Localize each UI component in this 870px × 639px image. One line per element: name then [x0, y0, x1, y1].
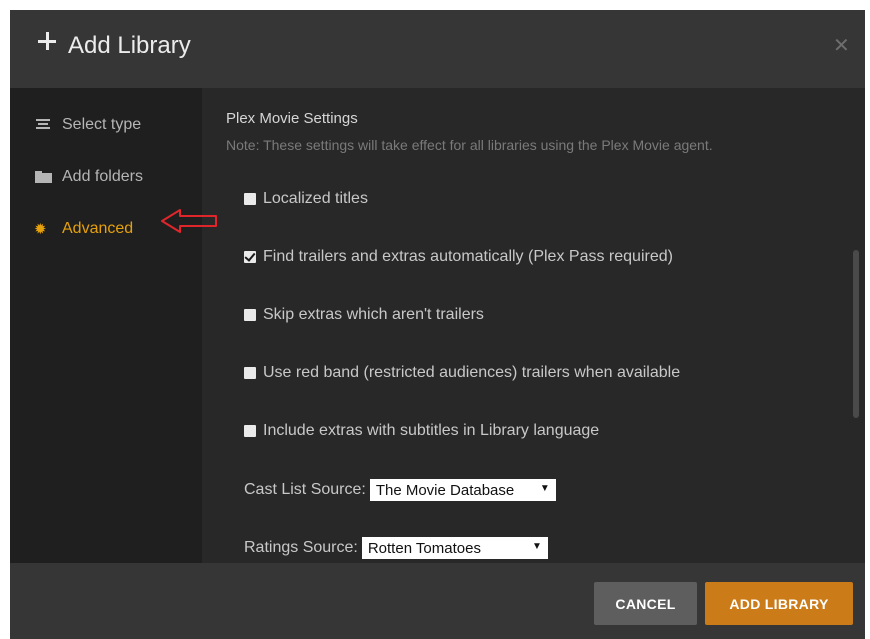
option-label: Use red band (restricted audiences) trai…	[263, 364, 681, 381]
sidebar-item-label: Add folders	[62, 168, 143, 185]
select-value: The Movie Database	[375, 481, 515, 499]
ratings-source-label: Ratings Source:	[244, 539, 358, 556]
option-label: Skip extras which aren't trailers	[263, 306, 484, 323]
chevron-down-icon: ▼	[531, 541, 542, 552]
dialog-header: Add Library ✕	[10, 10, 865, 88]
folder-icon	[34, 169, 56, 185]
sidebar-item-add-folders[interactable]: Add folders	[34, 164, 143, 190]
chevron-down-icon: ▼	[539, 483, 550, 494]
select-value: Rotten Tomatoes	[367, 539, 481, 557]
scrollbar[interactable]	[853, 250, 859, 418]
sidebar-item-advanced[interactable]: ✹ Advanced	[34, 216, 133, 242]
settings-panel: Plex Movie Settings Note: These settings…	[202, 88, 865, 563]
section-heading: Plex Movie Settings	[226, 110, 358, 127]
sidebar-item-label: Advanced	[62, 220, 134, 237]
option-red-band-trailers[interactable]: Use red band (restricted audiences) trai…	[244, 362, 680, 384]
plus-icon	[36, 30, 58, 52]
sidebar: Select type Add folders ✹ Advanced	[10, 88, 202, 563]
list-icon	[34, 117, 56, 133]
option-find-trailers[interactable]: Find trailers and extras automatically (…	[244, 246, 673, 268]
option-localized-titles[interactable]: Localized titles	[244, 188, 368, 210]
checkbox[interactable]	[244, 193, 256, 205]
dialog-title: Add Library	[68, 32, 191, 59]
sidebar-item-label: Select type	[62, 116, 142, 133]
cast-list-source-label: Cast List Source:	[244, 481, 366, 498]
option-label: Include extras with subtitles in Library…	[263, 422, 600, 439]
cancel-button[interactable]: CANCEL	[594, 582, 697, 625]
option-label: Find trailers and extras automatically (…	[263, 248, 673, 265]
gear-icon: ✹	[34, 220, 47, 238]
checkbox[interactable]	[244, 367, 256, 379]
add-library-button[interactable]: ADD LIBRARY	[705, 582, 853, 625]
option-label: Localized titles	[263, 190, 368, 207]
cast-list-source-select[interactable]: The Movie Database ▼	[369, 479, 556, 501]
option-extras-subtitles[interactable]: Include extras with subtitles in Library…	[244, 420, 599, 442]
close-icon[interactable]: ✕	[833, 35, 850, 55]
checkbox[interactable]	[244, 309, 256, 321]
checkbox-checked[interactable]	[244, 251, 256, 263]
dialog-footer: CANCEL ADD LIBRARY	[10, 563, 865, 639]
ratings-source-select[interactable]: Rotten Tomatoes ▼	[361, 537, 548, 559]
cast-list-source-row: Cast List Source: The Movie Database ▼	[244, 477, 556, 503]
section-note: Note: These settings will take effect fo…	[226, 137, 713, 153]
sidebar-item-select-type[interactable]: Select type	[34, 112, 141, 138]
checkbox[interactable]	[244, 425, 256, 437]
add-library-dialog: Add Library ✕ Select type Add folders ✹ …	[10, 10, 865, 639]
option-skip-extras[interactable]: Skip extras which aren't trailers	[244, 304, 484, 326]
ratings-source-row: Ratings Source: Rotten Tomatoes ▼	[244, 535, 548, 561]
